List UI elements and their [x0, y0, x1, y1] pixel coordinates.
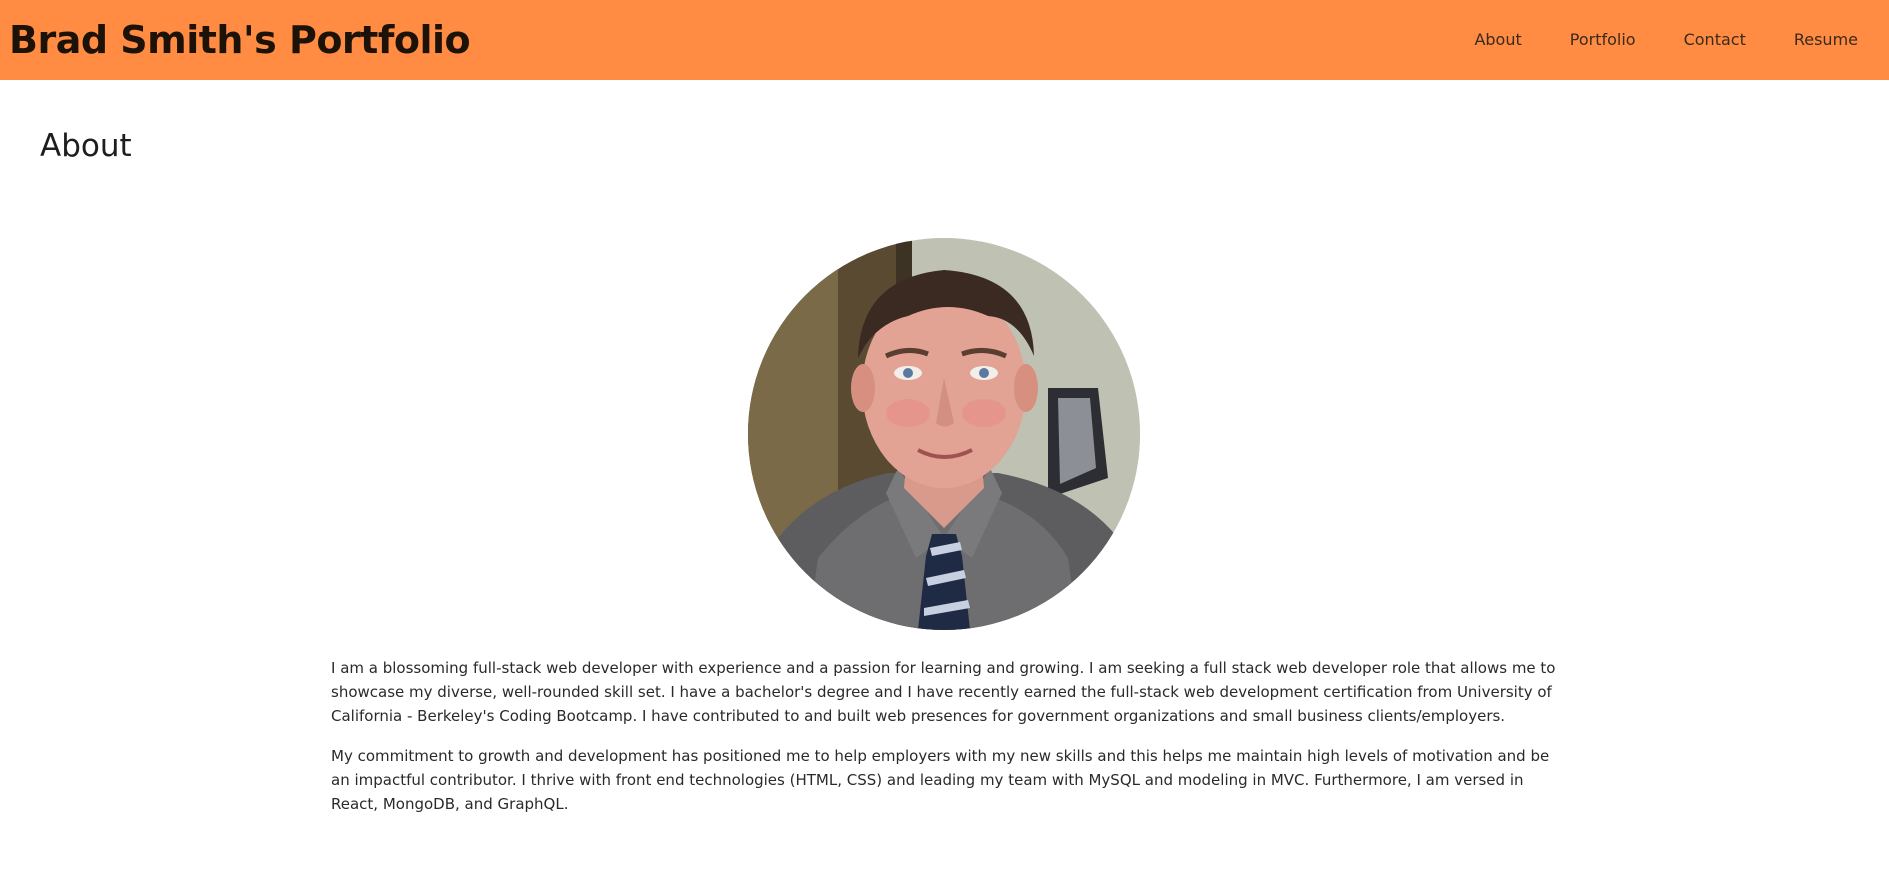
nav-link-about[interactable]: About	[1450, 0, 1545, 80]
profile-photo	[748, 238, 1140, 630]
about-bio: I am a blossoming full-stack web develop…	[331, 656, 1561, 832]
bio-paragraph: I am a blossoming full-stack web develop…	[331, 659, 1556, 725]
main-nav: About Portfolio Contact Resume	[1450, 0, 1889, 80]
nav-link-resume[interactable]: Resume	[1770, 0, 1858, 80]
bio-paragraph: My commitment to growth and development …	[331, 747, 1550, 813]
nav-link-portfolio[interactable]: Portfolio	[1546, 0, 1660, 80]
section-title: About	[40, 128, 132, 164]
site-brand[interactable]: Brad Smith's Portfolio	[0, 18, 471, 62]
nav-link-contact[interactable]: Contact	[1660, 0, 1770, 80]
site-header: Brad Smith's Portfolio About Portfolio C…	[0, 0, 1889, 80]
